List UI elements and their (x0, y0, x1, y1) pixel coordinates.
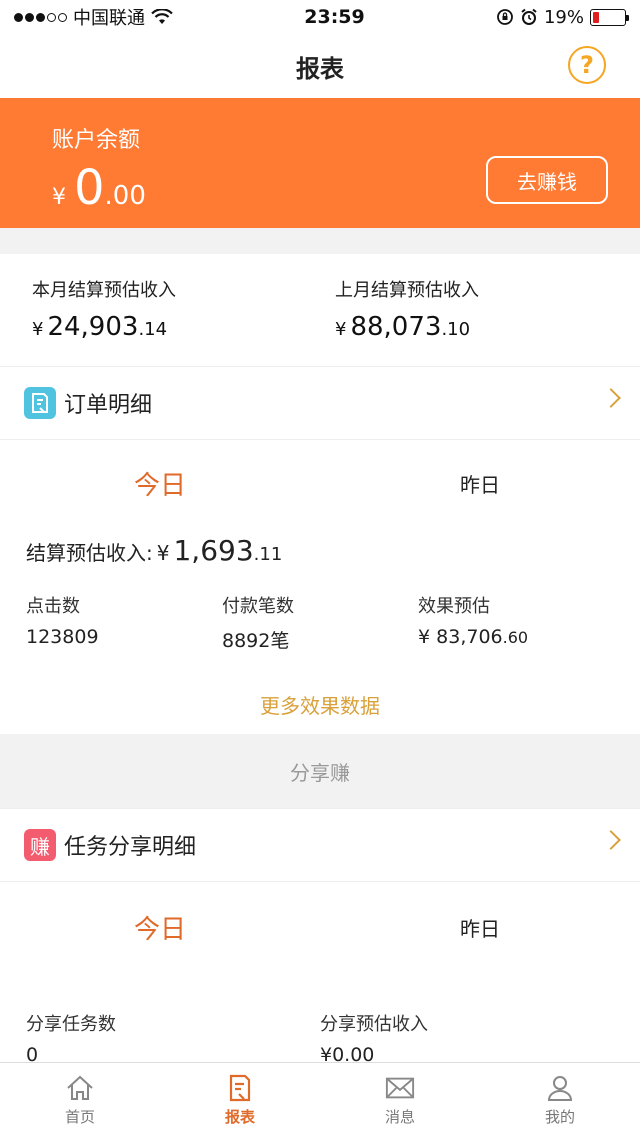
share-tab-yesterday[interactable]: 昨日 (320, 913, 640, 942)
battery-percent: 19% (543, 6, 584, 28)
last-month-dec: .10 (441, 319, 471, 340)
payments-value: 8892笔 (222, 630, 290, 652)
more-effect-data-link[interactable]: 更多效果数据 (0, 674, 640, 734)
share-section-title: 分享赚 (0, 734, 640, 808)
currency-symbol: ¥ (156, 541, 170, 565)
last-month-int: 88,073 (350, 312, 442, 342)
this-month-label: 本月结算预估收入 (32, 280, 176, 301)
balance-dec: .00 (104, 181, 146, 211)
signal-icon (14, 12, 67, 22)
nav-bar: 报表 ? (0, 34, 640, 98)
order-detail-row[interactable]: 订单明细 (0, 366, 640, 440)
status-bar: 中国联通 23:59 19% (0, 0, 640, 34)
tabbar-report-label: 报表 (224, 1108, 255, 1126)
status-time: 23:59 (304, 6, 365, 28)
effect-value: ¥ 83,706.60 (418, 626, 529, 648)
home-icon (65, 1074, 95, 1102)
this-month-int: 24,903 (47, 312, 139, 342)
share-tasks-label: 分享任务数 (26, 1014, 116, 1035)
effect-label: 效果预估 (418, 596, 490, 617)
share-tab-today[interactable]: 今日 (0, 909, 320, 946)
share-panel: 赚 任务分享明细 今日 昨日 分享任务数 0 分享预估收入 ¥0.00 (0, 808, 640, 1090)
currency-symbol: ¥ (52, 185, 66, 210)
help-icon[interactable]: ? (568, 46, 606, 84)
currency-symbol: ¥ (335, 319, 347, 340)
tabbar-home[interactable]: 首页 (0, 1063, 160, 1138)
share-income-stat: 分享预估收入 ¥0.00 (320, 1010, 614, 1066)
currency-symbol: ¥ (32, 319, 44, 340)
payments-stat: 付款笔数 8892笔 (222, 592, 418, 674)
earn-button[interactable]: 去赚钱 (486, 156, 608, 204)
share-tasks-stat: 分享任务数 0 (26, 1010, 320, 1066)
document-icon (24, 387, 56, 419)
settle-int: 1,693 (173, 534, 254, 567)
chevron-right-icon (601, 388, 621, 408)
balance-label: 账户余额 (52, 128, 141, 153)
order-stats: 点击数 123809 付款笔数 8892笔 效果预估 ¥ 83,706.60 (0, 584, 640, 674)
tabbar-home-label: 首页 (64, 1108, 95, 1126)
effect-stat: 效果预估 ¥ 83,706.60 (418, 592, 614, 674)
tab-today[interactable]: 今日 (0, 465, 320, 502)
page-title: 报表 (296, 54, 344, 83)
share-detail-label: 任务分享明细 (64, 835, 197, 860)
carrier-name: 中国联通 (73, 8, 145, 29)
settle-dec: .11 (253, 544, 283, 565)
wifi-icon (151, 9, 173, 24)
share-detail-row[interactable]: 赚 任务分享明细 (0, 808, 640, 882)
tabbar-mine-label: 我的 (544, 1108, 575, 1126)
report-icon (225, 1074, 255, 1102)
clicks-label: 点击数 (26, 596, 80, 617)
this-month-dec: .14 (138, 319, 168, 340)
rotation-lock-icon (497, 9, 513, 25)
month-income-panel: 本月结算预估收入 ¥ 24,903 .14 上月结算预估收入 ¥ 88,073 … (0, 254, 640, 734)
share-income-label: 分享预估收入 (320, 1014, 428, 1035)
bottom-tab-bar: 首页 报表 消息 我的 (0, 1062, 640, 1138)
clicks-value: 123809 (26, 626, 99, 648)
balance-card: 账户余额 ¥ 0 .00 去赚钱 (0, 98, 640, 228)
settle-income: 结算预估收入: ¥ 1,693 .11 (0, 526, 640, 584)
chevron-right-icon (601, 830, 621, 850)
clicks-stat: 点击数 123809 (26, 592, 222, 674)
tabbar-message-label: 消息 (384, 1108, 415, 1126)
settle-label: 结算预估收入: (26, 541, 153, 565)
this-month-income: 本月结算预估收入 ¥ 24,903 .14 (32, 276, 305, 346)
tabbar-mine[interactable]: 我的 (480, 1063, 640, 1138)
tabbar-message[interactable]: 消息 (320, 1063, 480, 1138)
tab-yesterday[interactable]: 昨日 (320, 469, 640, 498)
last-month-income: 上月结算预估收入 ¥ 88,073 .10 (305, 276, 608, 346)
payments-label: 付款笔数 (222, 596, 294, 617)
last-month-label: 上月结算预估收入 (335, 280, 479, 301)
order-detail-label: 订单明细 (64, 393, 153, 418)
battery-icon (590, 8, 629, 26)
user-icon (545, 1074, 575, 1102)
mail-icon (385, 1074, 415, 1102)
alarm-icon (521, 8, 537, 25)
tabbar-report[interactable]: 报表 (160, 1063, 320, 1138)
earn-badge-icon: 赚 (24, 829, 56, 861)
order-tabs: 今日 昨日 (0, 440, 640, 526)
balance-int: 0 (74, 160, 105, 216)
share-tabs: 今日 昨日 (0, 882, 640, 972)
